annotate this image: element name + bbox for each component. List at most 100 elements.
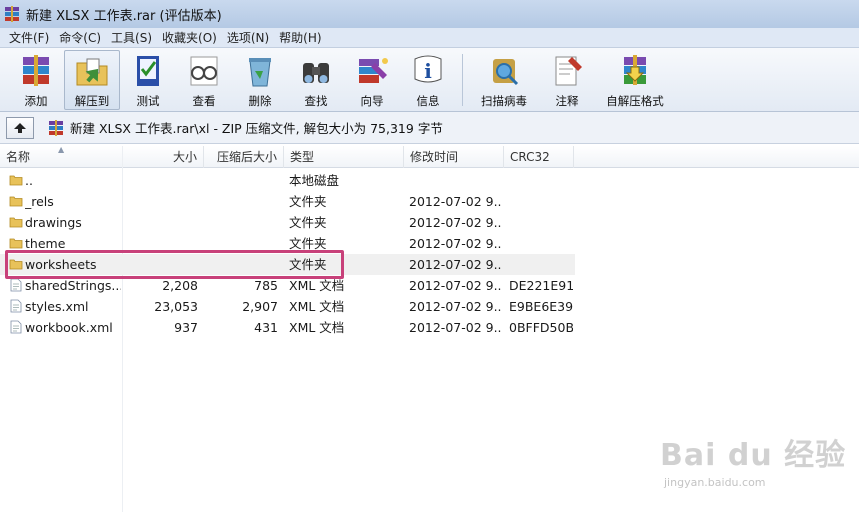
folder-icon [9,238,23,249]
up-arrow-icon [14,122,26,133]
sort-ascending-icon: ▲ [58,145,65,154]
column-name[interactable]: 名称 ▲ [0,145,123,168]
watermark-logo: Bai du 经验 [660,438,847,473]
file-type: XML 文档 [289,299,345,314]
file-row[interactable]: _rels 文件夹 2012-07-02 9... [0,191,575,212]
test-button[interactable]: 测试 [120,50,176,110]
file-crc32 [509,233,573,254]
file-crc32: DE221E91 [509,278,573,293]
sfx-button[interactable]: 自解压格式 [595,50,675,110]
file-size [123,191,198,212]
file-crc32: 0BFFD50B [509,320,573,335]
xml-file-icon [10,320,22,334]
file-modified: 2012-07-02 9... [409,257,501,272]
column-crc32[interactable]: CRC32 [504,146,574,168]
file-modified [409,170,501,191]
archive-icon [49,119,63,136]
file-name: .. [25,173,33,188]
sfx-archive-icon [624,55,646,85]
file-name: drawings [25,215,82,230]
toolbar-separator [462,54,463,106]
extract-to-button[interactable]: 解压到 [64,50,120,110]
file-type: 本地磁盘 [289,173,340,188]
toolbar: 添加 解压到 测试 查看 删除 查找 向导 i 信息 扫描病毒 注释 自解压格式 [0,48,859,112]
binoculars-icon [303,63,329,83]
file-row[interactable]: drawings 文件夹 2012-07-02 9... [0,212,575,233]
delete-button[interactable]: 删除 [232,50,288,110]
file-size: 937 [174,320,198,335]
comment-button[interactable]: 注释 [539,50,595,110]
file-crc32 [509,212,573,233]
file-name: _rels [25,194,54,209]
virus-scan-icon [493,59,519,86]
view-glasses-icon [190,56,218,86]
virus-scan-button[interactable]: 扫描病毒 [469,50,539,110]
find-button[interactable]: 查找 [288,50,344,110]
folder-icon [9,175,23,186]
baidu-watermark: Bai du 经验 jingyan.baidu.com [660,420,850,500]
xml-file-icon [10,278,22,292]
address-bar: 新建 XLSX 工作表.rar\xl - ZIP 压缩文件, 解包大小为 75,… [0,112,859,144]
file-row[interactable]: styles.xml 23,053 2,907 XML 文档 2012-07-02 9.… [0,296,575,317]
add-archive-icon [23,55,49,86]
xml-file-icon [10,299,22,313]
info-icon: i [414,55,442,83]
folder-icon [9,196,23,207]
winrar-app-icon [5,6,19,22]
file-modified: 2012-07-02 9... [409,236,501,251]
extract-folder-icon [76,58,108,86]
menu-help[interactable]: 帮助(H) [274,28,326,48]
file-name: workbook.xml [25,320,113,335]
column-size[interactable]: 大小 [123,146,204,168]
file-modified: 2012-07-02 9... [409,215,501,230]
file-packed-size: 431 [254,320,278,335]
file-crc32 [509,170,573,191]
annotation-highlight [5,250,344,279]
file-type: XML 文档 [289,320,345,335]
menu-options[interactable]: 选项(N) [222,28,274,48]
file-size [123,212,198,233]
file-crc32 [509,254,573,275]
view-button[interactable]: 查看 [176,50,232,110]
file-packed-size: 2,907 [242,299,278,314]
column-packed-size[interactable]: 压缩后大小 [204,146,284,168]
menu-tools[interactable]: 工具(S) [106,28,157,48]
test-icon [137,56,159,86]
comment-icon [555,56,582,86]
add-button[interactable]: 添加 [8,50,64,110]
file-modified: 2012-07-02 9... [409,194,501,209]
up-level-button[interactable] [6,116,34,139]
file-packed-size [204,212,278,233]
file-row[interactable]: workbook.xml 937 431 XML 文档 2012-07-02 9... 0… [0,317,575,338]
watermark-url: jingyan.baidu.com [664,476,766,489]
window-title: 新建 XLSX 工作表.rar (评估版本) [26,8,222,24]
file-size: 23,053 [154,299,198,314]
menu-commands[interactable]: 命令(C) [54,28,106,48]
file-modified: 2012-07-02 9... [409,320,501,335]
column-modified[interactable]: 修改时间 [404,146,504,168]
file-size [123,170,198,191]
file-packed-size [204,170,278,191]
title-bar: 新建 XLSX 工作表.rar (评估版本) [0,0,859,28]
wizard-button[interactable]: 向导 [344,50,400,110]
recycle-bin-icon [249,58,271,87]
folder-icon [9,217,23,228]
wizard-icon [359,58,388,83]
menu-file[interactable]: 文件(F) [4,28,54,48]
info-button[interactable]: i 信息 [400,50,456,110]
column-header: 名称 ▲ 大小 压缩后大小 类型 修改时间 CRC32 [0,145,859,168]
file-crc32 [509,191,573,212]
menu-bar: 文件(F) 命令(C) 工具(S) 收藏夹(O) 选项(N) 帮助(H) [0,28,859,48]
file-type: 文件夹 [289,215,327,230]
file-crc32: E9BE6E39 [509,299,573,314]
file-name: styles.xml [25,299,89,314]
column-type[interactable]: 类型 [284,146,404,168]
menu-favorites[interactable]: 收藏夹(O) [157,28,222,48]
svg-text:i: i [424,59,432,83]
file-modified: 2012-07-02 9... [409,278,501,293]
file-modified: 2012-07-02 9... [409,299,501,314]
file-packed-size [204,191,278,212]
archive-path: 新建 XLSX 工作表.rar\xl - ZIP 压缩文件, 解包大小为 75,… [70,121,443,136]
file-row[interactable]: .. 本地磁盘 [0,170,575,191]
file-type: 文件夹 [289,194,327,209]
